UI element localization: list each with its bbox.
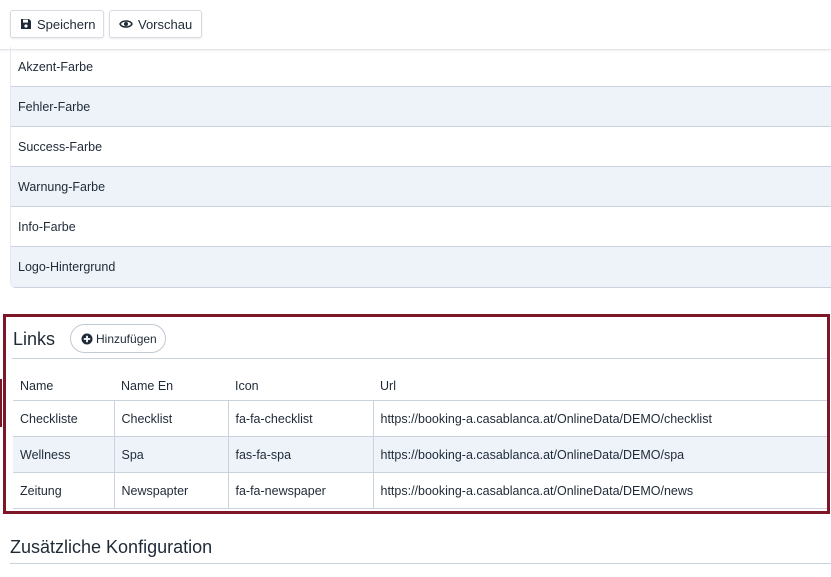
cell-name-en[interactable]: Newspapter: [113, 472, 228, 509]
cell-url[interactable]: https://booking-a.casablanca.at/OnlineDa…: [372, 400, 827, 437]
column-header-name: Name: [20, 379, 54, 393]
save-button-label: Speichern: [37, 16, 96, 32]
color-row-label: Logo-Hintergrund: [18, 260, 116, 274]
add-link-button[interactable]: Hinzufügen: [70, 324, 166, 353]
add-link-button-label: Hinzufügen: [96, 331, 157, 346]
floppy-disk-icon: [20, 18, 32, 30]
additional-config-title: Zusätzliche Konfiguration: [10, 537, 213, 557]
links-table-container: Name Name En Icon Url Checkliste Checkli…: [13, 372, 827, 509]
color-row-logo-background[interactable]: Logo-Hintergrund: [11, 247, 831, 287]
color-row-label: Info-Farbe: [18, 219, 76, 234]
cell-name[interactable]: Checkliste: [13, 400, 114, 437]
cell-name-en[interactable]: Spa: [113, 436, 228, 473]
color-row-warning[interactable]: Warnung-Farbe: [11, 167, 831, 207]
plus-circle-icon: [81, 333, 93, 345]
cell-name[interactable]: Wellness: [13, 436, 114, 473]
cell-url[interactable]: https://booking-a.casablanca.at/OnlineDa…: [372, 436, 827, 473]
preview-button[interactable]: Vorschau: [109, 10, 202, 38]
color-row-label: Warnung-Farbe: [18, 179, 106, 194]
column-header-name-en: Name En: [121, 379, 174, 393]
color-row-label: Akzent-Farbe: [18, 59, 94, 74]
toolbar: Speichern Vorschau: [0, 0, 831, 50]
color-row-label: Fehler-Farbe: [18, 99, 91, 114]
cell-icon[interactable]: fas-fa-spa: [227, 436, 373, 473]
cell-name-en[interactable]: Checklist: [113, 400, 228, 437]
links-table: Name Name En Icon Url Checkliste Checkli…: [13, 372, 827, 509]
cell-icon[interactable]: fa-fa-checklist: [227, 400, 373, 437]
color-row-info[interactable]: Info-Farbe: [11, 207, 831, 247]
color-row-accent[interactable]: Akzent-Farbe: [11, 47, 831, 87]
table-row[interactable]: Zeitung Newspapter fa-fa-newspaper https…: [13, 472, 827, 509]
color-row-error[interactable]: Fehler-Farbe: [11, 87, 831, 127]
color-settings-list: Akzent-Farbe Fehler-Farbe Success-Farbe …: [10, 47, 831, 288]
table-row[interactable]: Wellness Spa fas-fa-spa https://booking-…: [13, 436, 827, 473]
links-title: Links: [13, 329, 56, 349]
table-header-row: Name Name En Icon Url: [13, 372, 827, 401]
additional-config-divider: [10, 563, 831, 564]
eye-icon: [119, 18, 133, 30]
table-row[interactable]: Checkliste Checklist fa-fa-checklist htt…: [13, 400, 827, 437]
column-header-icon: Icon: [235, 379, 259, 393]
links-panel: Links Hinzufügen Name Name En Icon Url C…: [3, 314, 830, 514]
links-divider: [12, 358, 827, 359]
cell-icon[interactable]: fa-fa-newspaper: [227, 472, 373, 509]
preview-button-label: Vorschau: [138, 16, 193, 32]
color-row-label: Success-Farbe: [18, 139, 103, 154]
cell-url[interactable]: https://booking-a.casablanca.at/OnlineDa…: [372, 472, 827, 509]
save-button[interactable]: Speichern: [10, 10, 104, 38]
cell-name[interactable]: Zeitung: [13, 472, 114, 509]
highlight-marker: [0, 379, 2, 427]
column-header-url: Url: [380, 379, 396, 393]
color-row-success[interactable]: Success-Farbe: [11, 127, 831, 167]
